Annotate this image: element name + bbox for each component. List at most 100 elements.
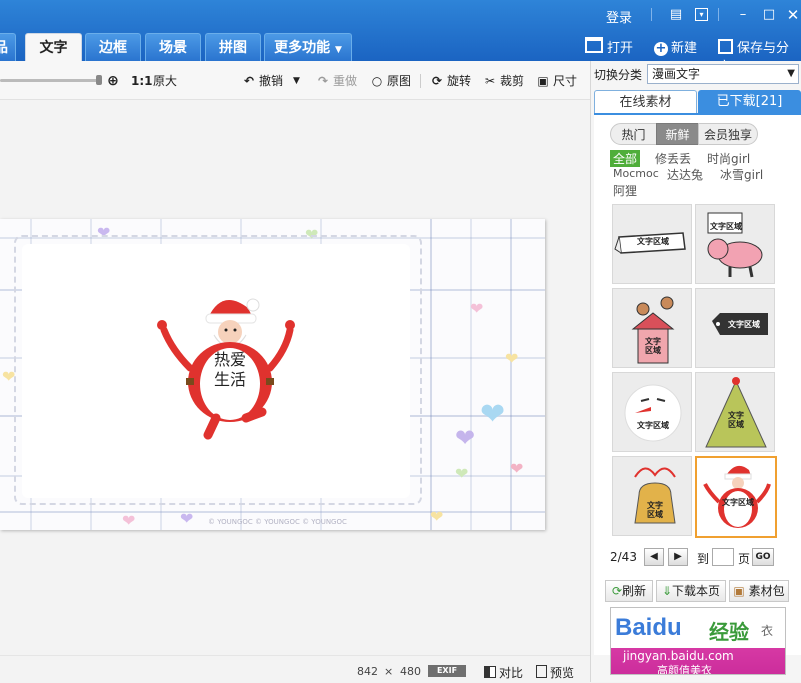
zoom-slider[interactable] (0, 79, 100, 82)
material-thumb[interactable]: 文字区域 (695, 372, 775, 452)
material-thumb-selected[interactable]: 文字区域 (695, 456, 777, 538)
message-icon[interactable]: ▤ (669, 8, 683, 22)
minimize-icon[interactable]: – (736, 8, 750, 22)
santa-sticker[interactable]: 热爱 生活 (150, 290, 300, 440)
pagination: 2/43 ◀ ▶ 到 页 GO (610, 548, 800, 568)
original-size-button[interactable]: 原大 (153, 72, 177, 90)
thumb-text: 文字区域 (722, 498, 754, 507)
tab-more-features[interactable]: 更多功能 ▼ (264, 33, 352, 61)
tab-online-materials[interactable]: 在线素材 (594, 90, 697, 114)
undo-dropdown-icon[interactable]: ▼ (293, 72, 300, 90)
title-bar: 登录 ▤ ▾ – □ ✕ 品 文字 边框 场景 拼图 更多功能 ▼ 打开 + 新建… (0, 0, 801, 75)
open-button[interactable]: 打开 (585, 37, 633, 56)
refresh-icon: ⟳ (611, 584, 623, 598)
baidu-logo: Baidu (615, 614, 682, 641)
thumb-text: 文字区域 (710, 222, 742, 231)
skin-icon[interactable]: ▾ (695, 8, 708, 21)
tab-collage[interactable]: 拼图 (205, 33, 261, 61)
tab-works[interactable]: 品 (0, 33, 16, 61)
original-button[interactable]: ○ 原图 (370, 72, 411, 90)
page-indicator: 2/43 (610, 550, 637, 564)
material-thumb[interactable]: 文字区域 (695, 204, 775, 284)
thumb-text: 文字区域 (645, 337, 661, 355)
resize-button[interactable]: ▣ 尺寸 (536, 72, 577, 90)
panel-tabs: 在线素材 已下载[21] (594, 90, 801, 114)
scissors-icon: ✂ (484, 74, 496, 88)
next-page-button[interactable]: ▶ (668, 548, 688, 566)
category-item[interactable]: Mocmoc (613, 167, 659, 180)
undo-button[interactable]: ↶ 撤销 (242, 72, 283, 90)
thumb-text: 文字区域 (728, 411, 744, 429)
heart-icon: ❤ (480, 397, 506, 432)
category-item[interactable]: 阿狸 (613, 182, 637, 199)
segment-hot[interactable]: 热门 (610, 123, 657, 145)
preview-button[interactable]: 预览 (536, 664, 574, 681)
chevron-down-icon: ▼ (334, 45, 342, 55)
image-height: 480 (400, 665, 421, 678)
tab-downloaded[interactable]: 已下载[21] (698, 90, 801, 114)
category-all[interactable]: 全部 (610, 150, 641, 167)
divider (718, 8, 719, 21)
santa-thumb (703, 465, 771, 528)
heart-icon: ❤ (180, 509, 194, 528)
thumb-text: 文字区域 (637, 421, 669, 430)
rotate-button[interactable]: ⟳ 旋转 (430, 72, 471, 90)
ad-tagline: 高颜值美衣 (657, 664, 712, 675)
divider (420, 74, 421, 88)
redo-button[interactable]: ↷ 重做 (316, 72, 357, 90)
chevron-down-icon: ▼ (787, 68, 795, 79)
ad-banner[interactable]: Baidu 经验 衣 jingyan.baidu.com 高颜值美衣 (610, 607, 786, 675)
status-bar: 842 × 480 EXIF 对比 预览 (0, 655, 590, 683)
material-thumb[interactable]: 文字区域 (612, 288, 692, 368)
new-button[interactable]: + 新建 (654, 37, 697, 56)
compare-button[interactable]: 对比 (484, 664, 523, 681)
login-link[interactable]: 登录 (606, 7, 632, 26)
snowman-sticker (624, 384, 682, 442)
ad-brand-suffix: 经验 (709, 620, 749, 644)
image-width: 842 (357, 665, 378, 678)
category-select[interactable]: 漫画文字 ▼ (647, 64, 799, 84)
category-item[interactable]: 达达兔 (667, 166, 703, 183)
sticker-text: 热爱 生活 (202, 350, 258, 390)
heart-icon: ❤ (122, 511, 136, 530)
page-number-input[interactable] (712, 548, 734, 566)
circle-icon: ○ (371, 74, 383, 88)
category-item[interactable]: 修丢丢 (655, 150, 691, 167)
refresh-button[interactable]: ⟳刷新 (605, 580, 653, 602)
close-icon[interactable]: ✕ (786, 8, 800, 23)
edit-toolbar: ⊕ 1:1 原大 ↶ 撤销 ▼ ↷ 重做 ○ 原图 ⟳ 旋转 ✂ 裁剪 ▣ 尺寸 (0, 61, 590, 100)
download-page-button[interactable]: ⇓下载本页 (656, 580, 726, 602)
prev-page-button[interactable]: ◀ (644, 548, 664, 566)
crop-button[interactable]: ✂ 裁剪 (483, 72, 524, 90)
material-thumb[interactable]: 文字区域 (612, 456, 692, 536)
heart-icon: ❤ (455, 464, 469, 483)
go-button[interactable]: GO (752, 548, 774, 566)
tab-scene[interactable]: 场景 (145, 33, 201, 61)
material-thumb[interactable]: 文字区域 (612, 204, 692, 284)
tab-border[interactable]: 边框 (85, 33, 141, 61)
preview-icon (536, 665, 547, 678)
maximize-icon[interactable]: □ (762, 8, 776, 22)
divider (651, 8, 652, 21)
zoom-ratio[interactable]: 1:1 (131, 72, 153, 90)
dimension-separator: × (384, 665, 394, 678)
exif-button[interactable]: EXIF (428, 665, 466, 677)
heart-icon: ❤ (505, 349, 519, 368)
ad-corner-text: 衣 (761, 624, 774, 638)
rotate-icon: ⟳ (431, 74, 443, 88)
zoom-in-icon[interactable]: ⊕ (106, 72, 123, 90)
material-thumb[interactable]: 文字区域 (612, 372, 692, 452)
category-item[interactable]: 冰雪girl (720, 166, 763, 183)
tab-text[interactable]: 文字 (25, 33, 82, 61)
sticker-text-line1: 热爱 (213, 350, 246, 369)
category-item[interactable]: 时尚girl (707, 150, 750, 167)
heart-icon: ❤ (430, 507, 444, 526)
segment-new[interactable]: 新鲜 (656, 123, 699, 145)
material-thumb[interactable]: 文字区域 (695, 288, 775, 368)
zoom-slider-handle[interactable] (96, 75, 102, 85)
segment-vip[interactable]: 会员独享 (698, 123, 758, 145)
pig-sticker (707, 212, 763, 278)
material-pack-button[interactable]: ▣ 素材包 (729, 580, 789, 602)
page-label: 页 (738, 552, 751, 566)
save-icon (718, 39, 733, 54)
